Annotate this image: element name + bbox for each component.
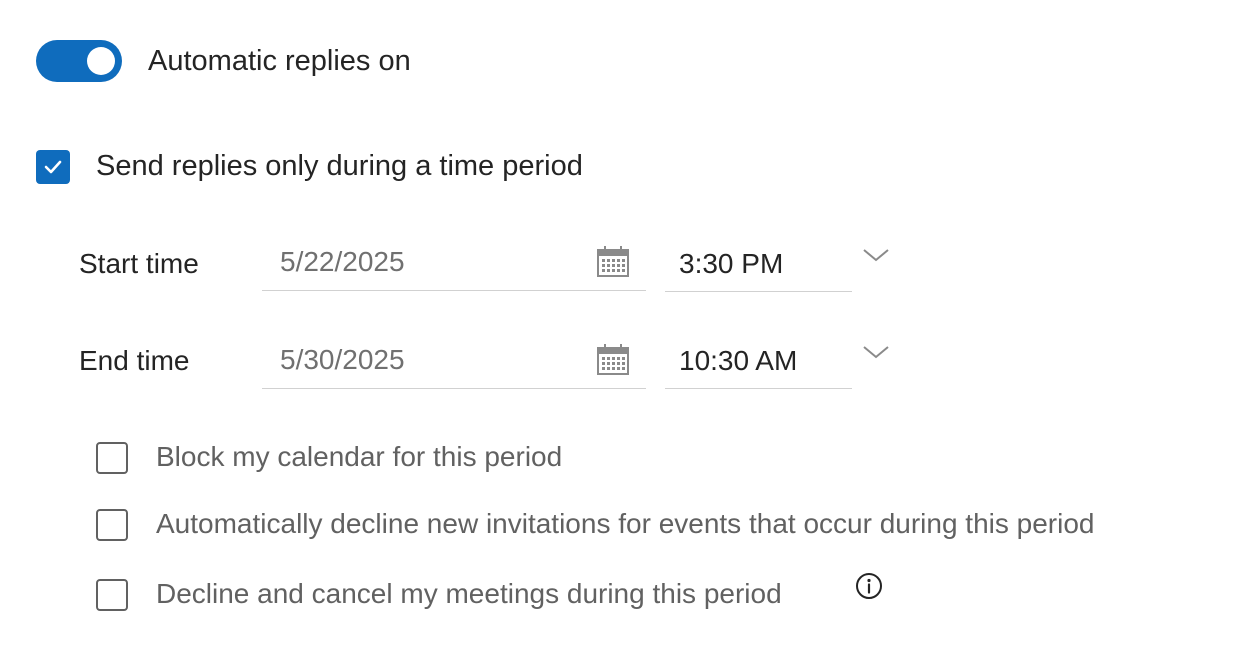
time-period-label: Send replies only during a time period: [96, 150, 583, 182]
start-time-value: 3:30 PM: [679, 248, 784, 279]
block-calendar-label: Block my calendar for this period: [156, 441, 563, 472]
decline-invitations-label: Automatically decline new invitations fo…: [156, 508, 1095, 539]
end-date-value: 5/30/2025: [280, 344, 405, 375]
start-time-dropdown[interactable]: 3:30 PM: [665, 237, 852, 292]
automatic-replies-panel: Automatic replies on Send replies only d…: [0, 0, 1250, 650]
cancel-meetings-label: Decline and cancel my meetings during th…: [156, 578, 782, 609]
cancel-meetings-checkbox[interactable]: [96, 579, 128, 611]
auto-replies-toggle[interactable]: [36, 40, 122, 82]
decline-invitations-checkbox[interactable]: [96, 509, 128, 541]
chevron-down-icon[interactable]: [862, 246, 890, 264]
end-time-dropdown[interactable]: 10:30 AM: [665, 334, 852, 389]
toggle-knob: [87, 47, 115, 75]
calendar-icon[interactable]: [595, 342, 631, 378]
checkmark-icon: [44, 160, 62, 174]
auto-replies-toggle-row: Automatic replies on: [36, 40, 411, 82]
start-time-label: Start time: [79, 248, 199, 279]
end-date-field[interactable]: 5/30/2025: [262, 334, 646, 389]
calendar-icon[interactable]: [595, 244, 631, 280]
info-icon[interactable]: [855, 572, 883, 600]
end-time-label: End time: [79, 345, 190, 376]
block-calendar-checkbox[interactable]: [96, 442, 128, 474]
end-time-value: 10:30 AM: [679, 345, 798, 376]
auto-replies-label: Automatic replies on: [148, 45, 411, 77]
time-period-checkbox[interactable]: [36, 150, 70, 184]
start-date-field[interactable]: 5/22/2025: [262, 236, 646, 291]
chevron-down-icon[interactable]: [862, 343, 890, 361]
start-date-value: 5/22/2025: [280, 246, 405, 277]
